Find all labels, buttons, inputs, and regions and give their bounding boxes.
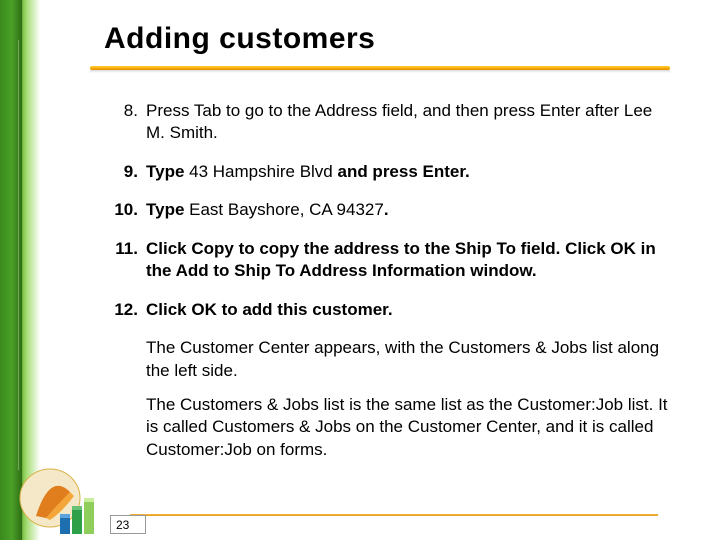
slide: Adding customers Press Tab to go to the … — [0, 0, 720, 540]
title-underline — [90, 66, 670, 72]
instruction-text: Click Copy to copy the address to the Sh… — [146, 239, 656, 280]
instruction-text: Type — [146, 200, 189, 219]
instruction-text: Press Tab to go to the Address field, an… — [146, 101, 652, 142]
instruction-item: Type East Bayshore, CA 94327. — [108, 199, 668, 221]
instruction-text: Type — [146, 162, 189, 181]
page-number: 23 — [110, 515, 146, 534]
instruction-item: Press Tab to go to the Address field, an… — [108, 100, 668, 145]
instruction-item: Click OK to add this customer. — [108, 299, 668, 321]
decorative-corner-icon — [16, 458, 102, 536]
instruction-item: Type 43 Hampshire Blvd and press Enter. — [108, 161, 668, 183]
instruction-text: 43 Hampshire Blvd — [189, 162, 333, 181]
content-area: Press Tab to go to the Address field, an… — [108, 100, 668, 461]
followup-paragraph: The Customer Center appears, with the Cu… — [146, 337, 668, 382]
instruction-list: Press Tab to go to the Address field, an… — [108, 100, 668, 321]
instruction-text: East Bayshore, CA 94327 — [189, 200, 384, 219]
page-title: Adding customers — [104, 22, 375, 56]
instruction-text: and press Enter. — [333, 162, 470, 181]
instruction-text: . — [384, 200, 389, 219]
followup-paragraph: The Customers & Jobs list is the same li… — [146, 394, 668, 461]
instruction-item: Click Copy to copy the address to the Sh… — [108, 238, 668, 283]
bottom-divider — [130, 514, 658, 516]
instruction-text: Click OK to add this customer. — [146, 300, 393, 319]
